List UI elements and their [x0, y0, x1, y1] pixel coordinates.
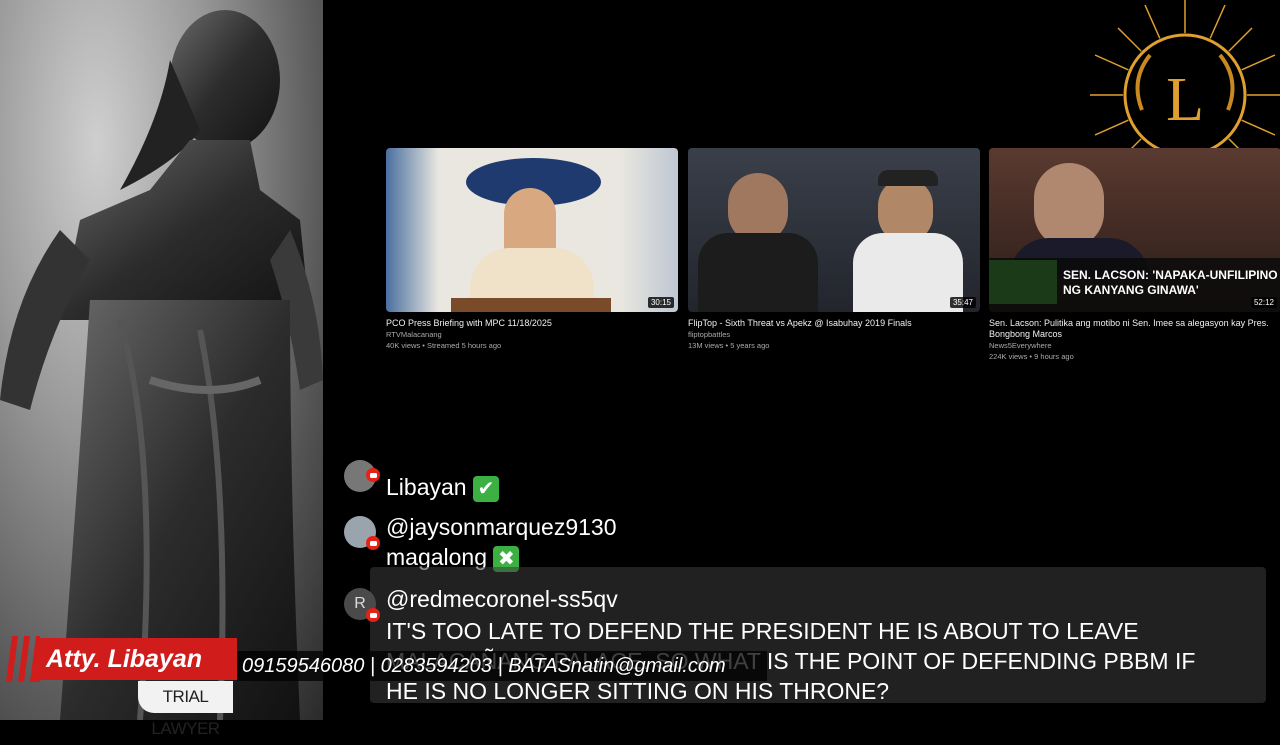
video-title[interactable]: PCO Press Briefing with MPC 11/18/2025	[386, 318, 678, 329]
thumb-caption: SEN. LACSON: 'NAPAKA-UNFILIPINO	[1063, 268, 1278, 282]
youtube-icon	[366, 608, 380, 622]
chat-message-highlighted: R @redmecoronel-ss5qv IT'S TOO LATE TO D…	[340, 586, 1240, 706]
video-card[interactable]: 35:47 FlipTop - Sixth Threat vs Apekz @ …	[688, 148, 980, 351]
lady-justice-statue-image	[0, 0, 323, 720]
video-thumbnail[interactable]: 35:47	[688, 148, 980, 312]
video-card[interactable]: 30:15 PCO Press Briefing with MPC 11/18/…	[386, 148, 678, 351]
video-channel[interactable]: RTVMalacanang	[386, 329, 678, 340]
contact-info: 09159546080 | 0283594203 | BATASnatin@gm…	[237, 651, 767, 681]
video-meta: 40K views • Streamed 5 hours ago	[386, 341, 502, 350]
video-thumbnail[interactable]: 30:15	[386, 148, 678, 312]
video-channel[interactable]: fliptopbattles	[688, 329, 980, 340]
check-icon: ✔	[472, 475, 499, 502]
video-duration: 52:12	[1250, 297, 1277, 308]
chat-text: Libayan ✔	[386, 474, 499, 502]
thumb-caption: NG KANYANG GINAWA'	[1063, 283, 1199, 297]
chat-username[interactable]: @jaysonmarquez9130	[386, 514, 616, 541]
video-card[interactable]: SEN. LACSON: 'NAPAKA-UNFILIPINO NG KANYA…	[989, 148, 1280, 362]
video-title[interactable]: Sen. Lacson: Pulitika ang motibo ni Sen.…	[989, 318, 1280, 340]
accent-stripes	[6, 636, 40, 682]
video-duration: 35:47	[949, 297, 976, 308]
video-title[interactable]: FlipTop - Sixth Threat vs Apekz @ Isabuh…	[688, 318, 980, 329]
video-meta: 224K views • 9 hours ago	[989, 352, 1074, 361]
chat-message: @jaysonmarquez9130 magalong ✖	[340, 514, 1040, 574]
svg-text:L: L	[1166, 66, 1204, 134]
video-meta: 13M views • 5 years ago	[688, 341, 770, 350]
chat-message: Libayan ✔	[340, 460, 1040, 512]
name-banner: Atty. Libayan	[40, 638, 237, 680]
video-thumbnail[interactable]: SEN. LACSON: 'NAPAKA-UNFILIPINO NG KANYA…	[989, 148, 1280, 312]
video-duration: 30:15	[647, 297, 674, 308]
youtube-icon	[366, 536, 380, 550]
chat-username[interactable]: @redmecoronel-ss5qv	[386, 586, 618, 613]
youtube-icon	[366, 468, 380, 482]
video-channel[interactable]: News5Everywhere	[989, 340, 1280, 351]
title-tag: TRIAL LAWYER	[138, 681, 233, 738]
